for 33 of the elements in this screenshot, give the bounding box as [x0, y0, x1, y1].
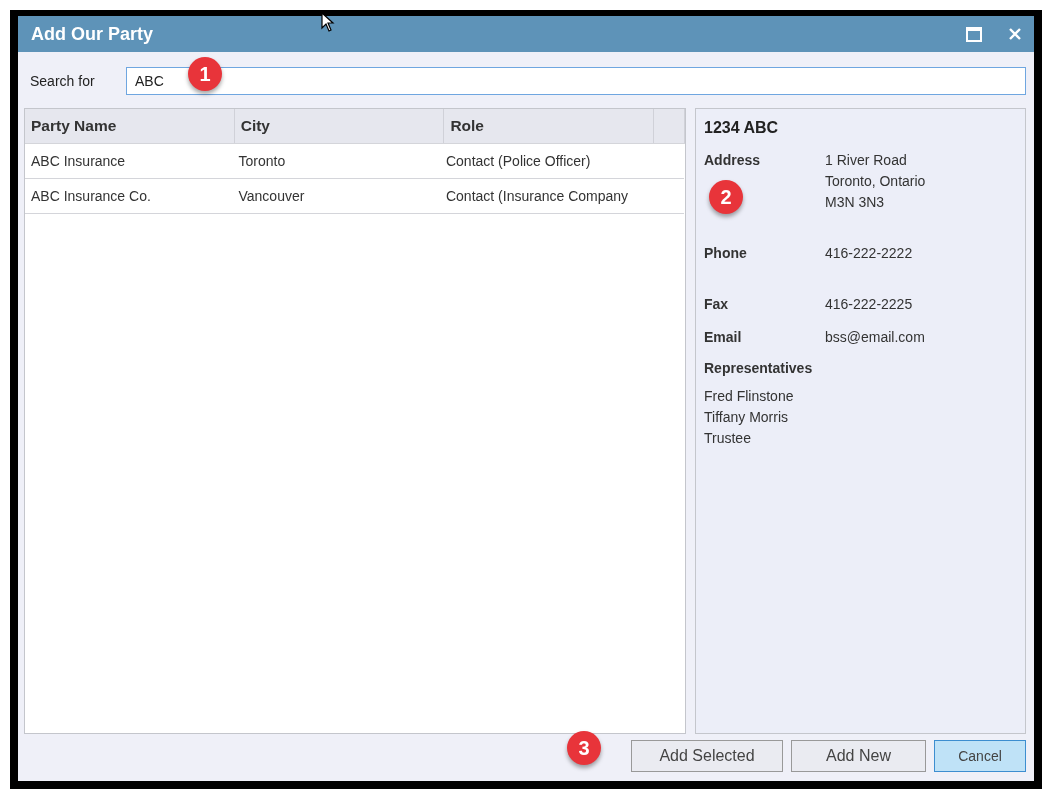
field-value: 416-222-2222 — [825, 244, 913, 263]
field-label: Address — [704, 151, 762, 170]
representative-name: Trustee — [704, 429, 752, 448]
column-header[interactable]: Party Name — [25, 109, 235, 143]
table-cell-text: Toronto — [237, 152, 287, 171]
close-icon[interactable] — [1008, 27, 1022, 41]
table-cell-text: Contact (Police Officer) — [444, 152, 592, 171]
dialog-button[interactable]: Add New — [791, 740, 926, 772]
representative-name: Fred Flinstone — [704, 387, 795, 406]
dialog-button[interactable]: Add Selected — [631, 740, 783, 772]
table-cell-text: Vancouver — [237, 187, 306, 206]
field-label: Phone — [704, 244, 748, 263]
table-cell-text: Contact (Insurance Company — [444, 187, 630, 206]
field-value: Toronto, Ontario — [825, 172, 926, 191]
field-value: bss@email.com — [825, 328, 925, 347]
field-value: 416-222-2225 — [825, 295, 913, 314]
field-label: Fax — [704, 295, 730, 314]
maximize-icon[interactable] — [966, 26, 982, 42]
table-cell-text: ABC Insurance — [30, 152, 127, 171]
table-cell-text: ABC Insurance Co. — [30, 187, 152, 206]
table-row[interactable]: ABC Insurance Toronto Contact (Police Officer) — [25, 144, 684, 179]
window-title: Add Our Party — [31, 23, 154, 45]
dialog-button[interactable]: Cancel — [934, 740, 1026, 772]
column-header[interactable]: Role — [444, 109, 655, 143]
field-value: 1 River Road — [825, 151, 908, 170]
field-value: M3N 3N3 — [825, 193, 886, 212]
search-label: Search for — [30, 73, 96, 89]
representative-name: Tiffany Morris — [704, 408, 789, 427]
column-header[interactable]: City — [234, 109, 445, 143]
field-label: Representatives — [704, 360, 814, 376]
table-row[interactable]: ABC Insurance Co. Vancouver Contact (Insurance Company — [25, 179, 684, 214]
party-title: 1234 ABC — [704, 119, 780, 137]
field-label: Email — [704, 328, 743, 347]
